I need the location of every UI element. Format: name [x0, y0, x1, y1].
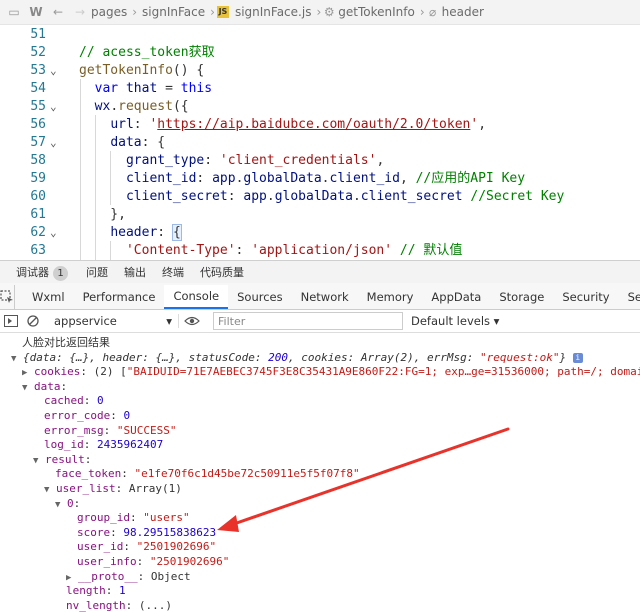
tab-memory[interactable]: Memory — [358, 285, 423, 309]
tab-security[interactable]: Security — [553, 285, 618, 309]
code-text: client_secret: app.globalData.client_sec… — [125, 189, 565, 204]
line-number: 63 — [30, 243, 46, 258]
split-view-icon[interactable]: ▭ — [6, 5, 22, 19]
devtools-panel-tabs: Wxml Performance Console Sources Network… — [0, 283, 640, 310]
code-text: }, — [79, 207, 126, 222]
code-text: header: { — [110, 224, 182, 241]
fold-chevron-icon[interactable]: ⌄ — [50, 134, 64, 152]
line-number: 62 — [30, 225, 46, 240]
code-text: // acess_token获取 — [79, 45, 215, 60]
dropdown-caret-icon: ▾ — [166, 314, 172, 328]
clear-console-icon[interactable] — [22, 315, 44, 327]
devtools-tab-bar: 调试器 1 问题 输出 终端 代码质量 — [0, 260, 640, 284]
code-editor[interactable]: 51 52 // acess_token获取 53 ⌄ getTokenInfo() { 5… — [0, 25, 640, 260]
breadcrumb-item-property[interactable]: header — [442, 5, 484, 19]
annotation-arrow — [217, 427, 510, 532]
tab-label: 调试器 — [16, 265, 49, 279]
line-number: 58 — [30, 153, 46, 168]
breadcrumb-separator-icon: › — [316, 5, 322, 19]
back-arrow-icon[interactable]: ← — [50, 5, 66, 19]
code-text: client_id: app.globalData.client_id, //应… — [125, 171, 526, 186]
code-text: data: { — [110, 135, 166, 150]
line-number: 54 — [30, 81, 46, 96]
tab-debugger[interactable]: 调试器 1 — [16, 264, 68, 281]
filter-input[interactable] — [213, 312, 403, 330]
code-text: getTokenInfo() { — [79, 63, 205, 78]
breadcrumb-separator-icon: › — [419, 5, 425, 19]
log-levels-dropdown[interactable]: Default levels ▾ — [411, 314, 499, 328]
property-icon: ⌀ — [429, 5, 437, 19]
method-icon: ⚙ — [323, 5, 335, 19]
line-number: 56 — [30, 117, 46, 132]
tab-sensor[interactable]: Sensor — [619, 285, 640, 309]
console-toolbar: appservice ▾ Default levels ▾ — [0, 310, 640, 333]
line-number: 51 — [30, 27, 46, 42]
tab-storage[interactable]: Storage — [490, 285, 553, 309]
breadcrumb-item-pages[interactable]: pages — [91, 5, 127, 19]
tab-sources[interactable]: Sources — [228, 285, 292, 309]
tab-appdata[interactable]: AppData — [422, 285, 490, 309]
wxml-w-icon: W — [29, 5, 43, 19]
line-number: 52 — [30, 45, 46, 60]
fold-chevron-icon[interactable]: ⌄ — [50, 98, 64, 116]
tab-output[interactable]: 输出 — [124, 264, 146, 280]
line-number: 59 — [30, 171, 46, 186]
code-text: var that = this — [94, 81, 213, 96]
issue-count-badge: 1 — [53, 265, 68, 281]
code-text: 'Content-Type': 'application/json' // 默认… — [125, 243, 463, 258]
context-value: appservice — [54, 314, 117, 328]
levels-label: Default levels — [411, 314, 491, 328]
line-number: 53 — [30, 63, 46, 78]
breadcrumb-separator-icon: › — [210, 5, 215, 19]
js-file-icon: JS — [216, 6, 229, 18]
breadcrumb-separator-icon: › — [132, 5, 138, 19]
tab-console[interactable]: Console — [164, 285, 229, 309]
fold-chevron-icon[interactable]: ⌄ — [50, 224, 64, 242]
breadcrumb-item-method[interactable]: getTokenInfo — [338, 5, 415, 19]
fold-chevron-icon[interactable]: ⌄ — [50, 62, 64, 80]
breadcrumb-item-file[interactable]: signInFace.js — [235, 5, 312, 19]
element-picker-icon[interactable] — [0, 285, 15, 309]
line-number: 57 — [30, 135, 46, 150]
tab-wxml[interactable]: Wxml — [23, 285, 74, 309]
line-number: 60 — [30, 189, 46, 204]
console-output: 人脸对比返回结果 ▼ {data: {…}, header: {…}, statu… — [0, 333, 640, 612]
tab-code-quality[interactable]: 代码质量 — [200, 264, 244, 280]
code-text: wx.request({ — [94, 99, 189, 114]
code-text: grant_type: 'client_credentials', — [125, 153, 385, 168]
breadcrumb: ▭ W ← → pages › signInFace › JS signInFa… — [0, 0, 640, 25]
tab-issues[interactable]: 问题 — [86, 264, 108, 280]
line-number: 55 — [30, 99, 46, 114]
context-selector[interactable]: appservice ▾ — [54, 314, 179, 328]
tab-performance[interactable]: Performance — [74, 285, 165, 309]
dropdown-caret-icon: ▾ — [493, 314, 500, 328]
tab-network[interactable]: Network — [292, 285, 358, 309]
eye-icon[interactable] — [179, 316, 205, 326]
forward-arrow-icon[interactable]: → — [72, 5, 88, 19]
sidebar-toggle-icon[interactable] — [0, 315, 22, 327]
line-number: 61 — [30, 207, 46, 222]
tab-terminal[interactable]: 终端 — [162, 264, 184, 280]
code-text: url: 'https://aip.baidubce.com/oauth/2.0… — [110, 117, 487, 132]
breadcrumb-item-folder[interactable]: signInFace — [142, 5, 205, 19]
